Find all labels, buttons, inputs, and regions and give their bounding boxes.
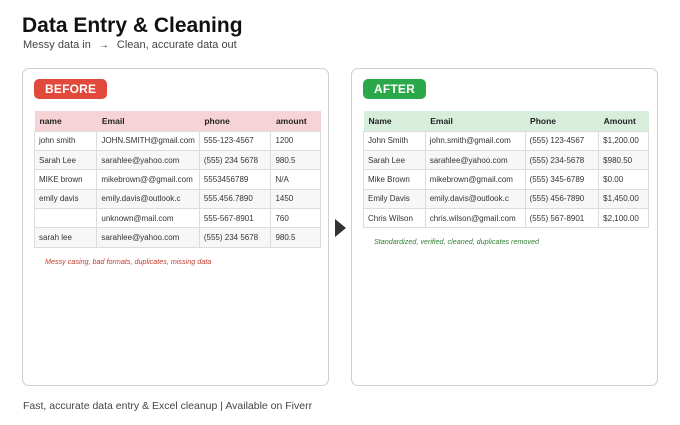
cell-phone: (555) 345-6789 <box>524 169 600 190</box>
table-row: unknown@mail.com 555-567-8901 760 <box>33 208 321 229</box>
column-header: Email <box>96 111 200 131</box>
cell-amount: 760 <box>270 208 321 229</box>
table-row: emily davis emily.davis@outlook.c 555.45… <box>33 188 321 210</box>
table-header-row: name Email phone amount <box>34 111 321 131</box>
page-title: Data Entry & Cleaning <box>22 14 243 37</box>
cell-email: unknown@mail.com <box>96 208 200 229</box>
column-header: amount <box>270 111 321 131</box>
cell-phone: (555) 234-5678 <box>524 149 600 171</box>
cell-amount: $1,200.00 <box>598 130 649 151</box>
table-row: john smith JOHN.SMITH@gmail.com 555-123-… <box>33 130 321 151</box>
cell-name: Emily Davis <box>363 188 426 210</box>
before-panel: BEFORE name Email phone amount john smit… <box>22 68 329 386</box>
cell-email: sarahlee@yahoo.com <box>96 149 200 171</box>
before-note: Messy casing, bad formats, duplicates, m… <box>45 257 212 266</box>
cell-amount: $1,450.00 <box>598 188 649 210</box>
cell-email: sarahlee@yahoo.com <box>424 149 526 171</box>
subtitle-right: Clean, accurate data out <box>116 39 237 51</box>
cell-name: Mike Brown <box>363 169 426 190</box>
cell-email: emily.davis@outlook.c <box>424 188 526 210</box>
table-row: Sarah Lee sarahlee@yahoo.com (555) 234-5… <box>363 149 649 171</box>
cell-name: sarah lee <box>33 227 98 248</box>
cell-name: Sarah Lee <box>33 149 98 171</box>
after-panel: AFTER Name Email Phone Amount John Smith… <box>351 68 658 386</box>
column-header: Email <box>425 111 526 131</box>
cell-amount: $2,100.00 <box>598 208 649 229</box>
cell-name: john smith <box>33 130 98 151</box>
after-table: Name Email Phone Amount John Smith john.… <box>363 111 649 229</box>
cell-phone: 555-567-8901 <box>198 208 272 229</box>
cell-phone: (555) 123-4567 <box>524 130 600 151</box>
cell-name <box>33 208 98 229</box>
transform-arrow-icon <box>335 219 346 237</box>
subtitle-left: Messy data in <box>23 39 91 51</box>
after-note: Standardized, verified, cleaned, duplica… <box>374 237 540 246</box>
cell-name: Chris Wilson <box>363 208 426 229</box>
cell-phone: (555) 234 5678 <box>198 227 272 248</box>
cell-amount: 1200 <box>270 130 321 151</box>
cell-email: emily.davis@outlook.c <box>96 188 200 210</box>
cell-name: MIKE brown <box>33 169 98 190</box>
cell-name: emily davis <box>33 188 98 210</box>
cell-phone: (555) 567-8901 <box>524 208 600 229</box>
column-header: Phone <box>525 111 599 131</box>
cell-email: john.smith@gmail.com <box>424 130 526 151</box>
right-arrow-icon: → <box>98 40 109 51</box>
footer-text: Fast, accurate data entry & Excel cleanu… <box>23 400 313 412</box>
cell-name: Sarah Lee <box>363 149 426 171</box>
cell-email: mikebrown@gmail.com <box>424 169 526 190</box>
cell-phone: (555) 456-7890 <box>524 188 600 210</box>
table-row: Mike Brown mikebrown@gmail.com (555) 345… <box>363 169 649 190</box>
cell-amount: N/A <box>270 169 321 190</box>
table-row: Chris Wilson chris.wilson@gmail.com (555… <box>363 208 649 229</box>
cell-email: sarahlee@yahoo.com <box>96 227 200 248</box>
after-badge: AFTER <box>363 79 426 99</box>
cell-phone: 555.456.7890 <box>198 188 272 210</box>
before-table: name Email phone amount john smith JOHN.… <box>33 111 321 248</box>
cell-amount: $0.00 <box>598 169 649 190</box>
table-row: John Smith john.smith@gmail.com (555) 12… <box>363 130 649 151</box>
cell-email: mikebrown@@gmail.com <box>96 169 200 190</box>
table-row: Sarah Lee sarahlee@yahoo.com (555) 234 5… <box>33 149 321 171</box>
column-header: Name <box>363 111 426 131</box>
table-header-row: Name Email Phone Amount <box>363 111 649 131</box>
cell-amount: 980.5 <box>270 227 321 248</box>
cell-phone: (555) 234 5678 <box>198 149 272 171</box>
page-subtitle: Messy data in → Clean, accurate data out <box>23 39 237 51</box>
cell-amount: $980.50 <box>598 149 649 171</box>
table-row: Emily Davis emily.davis@outlook.c (555) … <box>363 188 649 210</box>
cell-name: John Smith <box>363 130 426 151</box>
cell-phone: 555-123-4567 <box>198 130 272 151</box>
column-header: phone <box>199 111 271 131</box>
cell-email: chris.wilson@gmail.com <box>424 208 526 229</box>
cell-amount: 1450 <box>270 188 321 210</box>
table-row: MIKE brown mikebrown@@gmail.com 55534567… <box>33 169 321 190</box>
table-row: sarah lee sarahlee@yahoo.com (555) 234 5… <box>33 227 321 248</box>
cell-amount: 980.5 <box>270 149 321 171</box>
column-header: Amount <box>598 111 649 131</box>
cell-email: JOHN.SMITH@gmail.com <box>96 130 200 151</box>
column-header: name <box>34 111 97 131</box>
cell-phone: 5553456789 <box>198 169 272 190</box>
before-badge: BEFORE <box>34 79 108 99</box>
